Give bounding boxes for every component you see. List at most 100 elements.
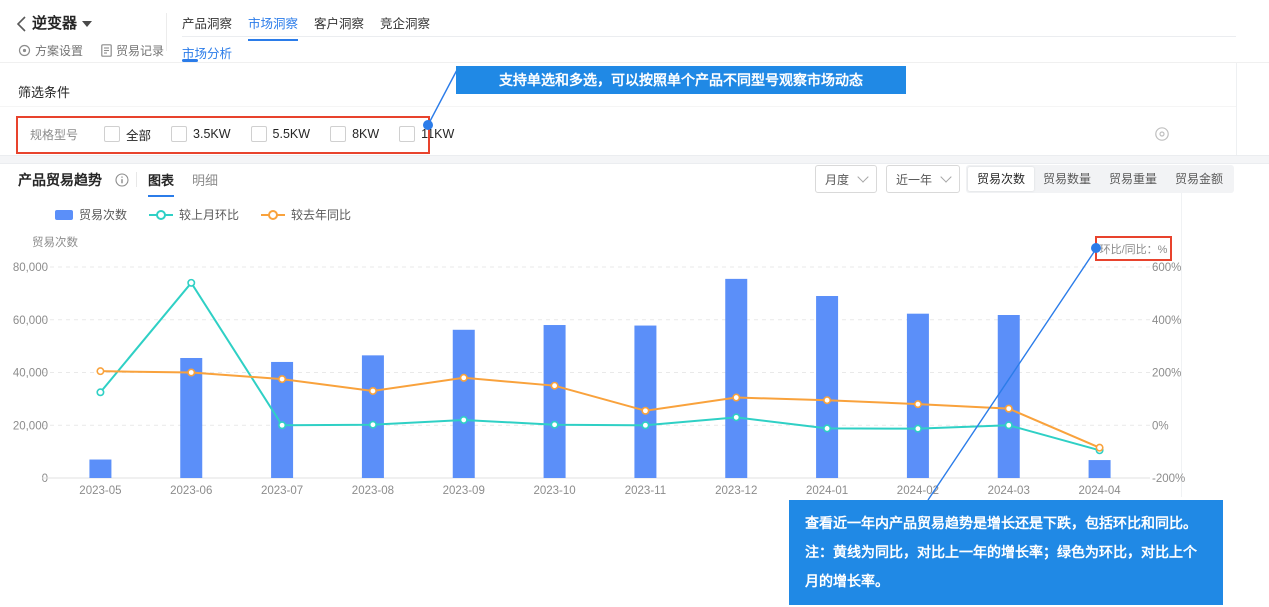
view-tab-divider [136,172,137,187]
metric-trade-amount-button[interactable]: 贸易金额 [1166,167,1232,191]
checkbox-label: 8KW [352,127,379,141]
point-较上月环比-2023-05[interactable] [97,389,103,395]
checkbox-11kw[interactable]: 11KW [399,126,454,142]
bar-2024-03[interactable] [998,315,1020,478]
header-separator [0,62,1269,63]
bar-2023-10[interactable] [544,325,566,478]
checkbox-8kw[interactable]: 8KW [330,126,379,142]
point-较去年同比-2023-10[interactable] [551,382,557,388]
y-axis-tick-label: 80,000 [13,262,48,274]
point-较去年同比-2023-11[interactable] [642,408,648,414]
connector-line [428,68,458,125]
bar-2023-11[interactable] [634,326,656,478]
target-icon [18,44,31,57]
point-较去年同比-2023-05[interactable] [97,368,103,374]
right-axis-tick-label: 200% [1152,368,1181,380]
trade-trend-chart[interactable]: 80,000600%60,000400%40,000200%20,0000%0-… [0,232,1269,507]
section-gap [0,155,1269,164]
checkbox-box[interactable] [104,126,120,142]
checkbox-box[interactable] [171,126,187,142]
x-axis-tick-label: 2023-06 [170,485,212,497]
checkbox-5-5kw[interactable]: 5.5KW [251,126,311,142]
point-较去年同比-2024-01[interactable] [824,397,830,403]
point-较上月环比-2023-07[interactable] [279,422,285,428]
x-axis-tick-label: 2023-05 [79,485,121,497]
point-较去年同比-2023-08[interactable] [370,388,376,394]
spec-filter-row: 规格型号 全部 3.5KW 5.5KW 8KW 11KW [30,119,474,149]
point-较去年同比-2023-06[interactable] [188,369,194,375]
bar-2024-02[interactable] [907,314,929,478]
point-较上月环比-2023-08[interactable] [370,422,376,428]
bar-2023-12[interactable] [725,279,747,478]
bar-2023-08[interactable] [362,355,384,478]
checkbox-box[interactable] [251,126,267,142]
view-tab-chart[interactable]: 图表 [148,170,174,197]
chart-tooltip-sentence2: 注：黄线为同比，对比上一年的增长率；绿色为环比，对比上个月的增长率。 [805,544,1197,589]
range-select[interactable]: 近一年 [886,165,960,193]
caret-down-icon[interactable] [82,21,92,27]
right-axis-tick-label: -200% [1152,473,1185,485]
checkbox-box[interactable] [399,126,415,142]
point-较上月环比-2023-06[interactable] [188,280,194,286]
x-axis-tick-label: 2023-09 [443,485,485,497]
period-select[interactable]: 月度 [815,165,877,193]
info-circle-icon[interactable] [115,173,129,187]
point-较上月环比-2024-01[interactable] [824,425,830,431]
filter-section-title: 筛选条件 [18,82,70,101]
chart-tooltip-sentence1: 查看近一年内产品贸易趋势是增长还是下跌，包括环比和同比。 [805,515,1197,531]
range-select-value: 近一年 [896,171,932,188]
line-marker-icon [261,214,285,216]
trade-record-label: 贸易记录 [116,42,164,59]
chart-legend: 贸易次数 较上月环比 较去年同比 [55,206,351,223]
point-较上月环比-2023-11[interactable] [642,422,648,428]
metric-trade-weight-button[interactable]: 贸易重量 [1100,167,1166,191]
point-较上月环比-2023-10[interactable] [551,422,557,428]
x-axis-tick-label: 2024-01 [806,485,848,497]
card-edge-line [1236,63,1237,155]
point-较去年同比-2023-12[interactable] [733,394,739,400]
point-较去年同比-2024-02[interactable] [915,401,921,407]
metric-trade-quantity-button[interactable]: 贸易数量 [1034,167,1100,191]
checkbox-all[interactable]: 全部 [104,125,151,144]
legend-trade-count[interactable]: 贸易次数 [55,206,127,223]
right-axis-tick-label: 0% [1152,420,1169,432]
spec-model-label: 规格型号 [30,126,78,143]
chart-tooltip: 查看近一年内产品贸易趋势是增长还是下跌，包括环比和同比。注：黄线为同比，对比上一… [789,500,1223,605]
x-axis-tick-label: 2023-10 [533,485,575,497]
legend-mom-ratio[interactable]: 较上月环比 [149,206,239,223]
bar-2024-01[interactable] [816,296,838,478]
metric-segmented-control: 贸易次数 贸易数量 贸易重量 贸易金额 [966,165,1234,193]
point-较上月环比-2023-09[interactable] [461,417,467,423]
point-较上月环比-2023-12[interactable] [733,414,739,420]
point-较去年同比-2024-03[interactable] [1006,405,1012,411]
bar-2024-04[interactable] [1089,460,1111,478]
line-marker-icon [149,214,173,216]
legend-yoy-ratio[interactable]: 较去年同比 [261,206,351,223]
legend-label: 较上月环比 [179,206,239,223]
bar-2023-09[interactable] [453,330,475,478]
trade-record-link[interactable]: 贸易记录 [101,42,164,59]
page-title[interactable]: 逆变器 [32,12,77,33]
market-insight-page: 逆变器 方案设置 贸易记录 产品洞察 市场洞察 客户洞察 竞企洞察 市场分析 [0,0,1269,607]
point-较去年同比-2023-09[interactable] [461,375,467,381]
x-axis-tick-label: 2023-11 [625,485,666,497]
period-select-value: 月度 [825,171,849,188]
checkbox-label: 11KW [421,127,454,141]
point-较去年同比-2024-04[interactable] [1096,444,1102,450]
filter-settings-icon[interactable] [1154,126,1170,142]
view-tab-detail[interactable]: 明细 [192,170,218,197]
point-较去年同比-2023-07[interactable] [279,376,285,382]
checkbox-box[interactable] [330,126,346,142]
metric-trade-count-button[interactable]: 贸易次数 [968,167,1034,191]
scheme-settings-link[interactable]: 方案设置 [18,42,83,59]
point-较上月环比-2024-02[interactable] [915,425,921,431]
point-较上月环比-2024-03[interactable] [1006,422,1012,428]
chevron-down-icon [857,171,868,182]
back-button[interactable] [14,14,30,34]
line-较去年同比 [100,371,1099,447]
x-axis-tick-label: 2023-12 [715,485,757,497]
tabs-baseline [182,36,1236,37]
view-tabs: 图表 明细 [148,170,218,197]
checkbox-3-5kw[interactable]: 3.5KW [171,126,231,142]
bar-2023-05[interactable] [89,460,111,478]
